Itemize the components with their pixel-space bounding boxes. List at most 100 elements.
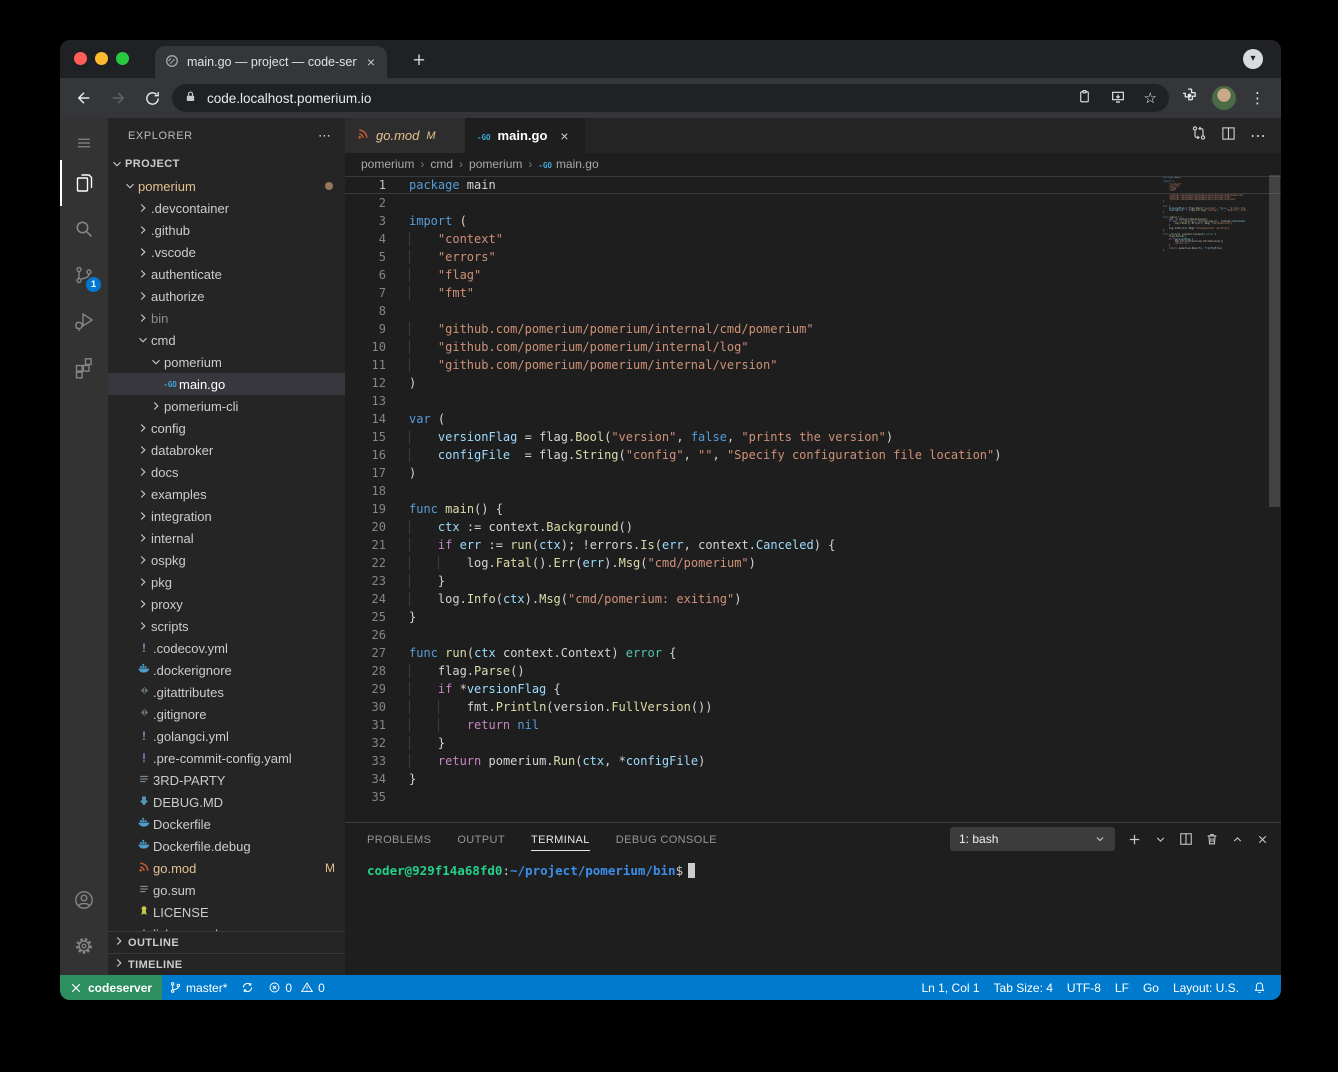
tree-item-debug-md[interactable]: DEBUG.MD — [108, 791, 345, 813]
tree-item--gitattributes[interactable]: .gitattributes — [108, 681, 345, 703]
tree-item-authorize[interactable]: authorize — [108, 285, 345, 307]
tree-item-dockerfile-debug[interactable]: Dockerfile.debug — [108, 835, 345, 857]
tree-item-bin[interactable]: bin — [108, 307, 345, 329]
code-editor[interactable]: 1package main23import (4 "context"5 "err… — [345, 175, 1281, 822]
account-icon[interactable] — [60, 877, 108, 923]
eol[interactable]: LF — [1108, 975, 1136, 1000]
tree-item--devcontainer[interactable]: .devcontainer — [108, 197, 345, 219]
tree-item-docs[interactable]: docs — [108, 461, 345, 483]
encoding[interactable]: UTF-8 — [1060, 975, 1108, 1000]
keyboard-layout[interactable]: Layout: U.S. — [1166, 975, 1246, 1000]
timeline-section[interactable]: TIMELINE — [108, 953, 345, 975]
split-editor-icon[interactable] — [1221, 126, 1236, 146]
browser-tab[interactable]: main.go — project — code-serv × — [155, 46, 387, 78]
tree-item--dockerignore[interactable]: .dockerignore — [108, 659, 345, 681]
tree-item-proxy[interactable]: proxy — [108, 593, 345, 615]
explorer-more-actions-icon[interactable]: ⋯ — [318, 128, 333, 144]
terminal-select[interactable]: 1: bash — [950, 827, 1115, 851]
explorer-icon[interactable] — [60, 160, 108, 206]
sync-button[interactable] — [234, 975, 261, 1000]
tree-item-authenticate[interactable]: authenticate — [108, 263, 345, 285]
tree-item-config[interactable]: config — [108, 417, 345, 439]
tree-item-cmd[interactable]: cmd — [108, 329, 345, 351]
panel-tab-output[interactable]: OUTPUT — [457, 828, 505, 850]
scm-icon[interactable]: 1 — [60, 252, 108, 298]
tree-item-internal[interactable]: internal — [108, 527, 345, 549]
close-window-button[interactable] — [74, 52, 87, 65]
branch-indicator[interactable]: master* — [162, 975, 234, 1000]
tree-item--github[interactable]: .github — [108, 219, 345, 241]
extensions-puzzle-icon[interactable] — [1181, 87, 1198, 109]
outline-section[interactable]: OUTLINE — [108, 931, 345, 953]
back-button[interactable] — [70, 84, 98, 112]
more-actions-icon[interactable]: ⋯ — [1250, 126, 1267, 146]
url-bar[interactable]: code.localhost.pomerium.io ☆ — [172, 84, 1169, 112]
search-icon[interactable] — [60, 206, 108, 252]
forward-button[interactable] — [104, 84, 132, 112]
tree-item-license[interactable]: LICENSE — [108, 901, 345, 923]
notifications-bell[interactable] — [1246, 975, 1273, 1000]
menu-icon[interactable] — [60, 126, 108, 160]
tree-item-go-mod[interactable]: go.modM — [108, 857, 345, 879]
editor-tab-gomod[interactable]: go.mod M — [345, 118, 465, 153]
breadcrumb[interactable]: pomerium › cmd › pomerium › -GOmain.go — [345, 153, 1281, 175]
profile-avatar[interactable] — [1212, 86, 1236, 110]
minimap[interactable]: package main import ( "context" "errors"… — [1163, 177, 1246, 254]
minimize-window-button[interactable] — [95, 52, 108, 65]
language-mode[interactable]: Go — [1136, 975, 1166, 1000]
tree-item-project[interactable]: PROJECT — [108, 153, 345, 175]
debug-icon[interactable] — [60, 298, 108, 344]
tree-item-scripts[interactable]: scripts — [108, 615, 345, 637]
remote-indicator[interactable]: codeserver — [60, 975, 162, 1000]
install-icon[interactable] — [1110, 89, 1126, 108]
tree-item-3rd-party[interactable]: 3RD-PARTY — [108, 769, 345, 791]
editor-tab-maingo[interactable]: -GO main.go × — [465, 118, 585, 153]
tab-close-icon[interactable]: × — [365, 54, 377, 70]
tab-size[interactable]: Tab Size: 4 — [987, 975, 1060, 1000]
panel-tab-debug-console[interactable]: DEBUG CONSOLE — [616, 828, 717, 850]
maximize-panel-icon[interactable] — [1231, 833, 1244, 846]
tree-item-pkg[interactable]: pkg — [108, 571, 345, 593]
tree-item-dockerfile[interactable]: Dockerfile — [108, 813, 345, 835]
panel-tab-terminal[interactable]: TERMINAL — [531, 828, 590, 851]
scrollbar-thumb[interactable] — [1269, 175, 1280, 507]
tree-item-examples[interactable]: examples — [108, 483, 345, 505]
zoom-window-button[interactable] — [116, 52, 129, 65]
trash-icon[interactable] — [1205, 832, 1219, 846]
tree-item-integration[interactable]: integration — [108, 505, 345, 527]
tree-item-go-sum[interactable]: go.sum — [108, 879, 345, 901]
tab-close-icon[interactable]: × — [560, 128, 568, 144]
terminal-dropdown-icon[interactable] — [1154, 833, 1167, 846]
tab-search-button[interactable]: ▾ — [1243, 49, 1263, 69]
reload-button[interactable] — [138, 84, 166, 112]
tree-item-pomerium-cli[interactable]: pomerium-cli — [108, 395, 345, 417]
close-panel-icon[interactable] — [1256, 833, 1269, 846]
tree-item-databroker[interactable]: databroker — [108, 439, 345, 461]
tree-item--pre-commit-config-yaml[interactable]: !.pre-commit-config.yaml — [108, 747, 345, 769]
url-text[interactable]: code.localhost.pomerium.io — [207, 91, 1067, 106]
cursor-position[interactable]: Ln 1, Col 1 — [915, 975, 987, 1000]
vs-extensions-icon[interactable] — [60, 344, 108, 390]
clipboard-icon[interactable] — [1077, 89, 1092, 107]
compare-icon[interactable] — [1191, 125, 1207, 146]
tree-item-pomerium[interactable]: pomerium — [108, 175, 345, 197]
tree-item-ospkg[interactable]: ospkg — [108, 549, 345, 571]
browser-menu-icon[interactable]: ⋮ — [1250, 89, 1265, 107]
tree-item--vscode[interactable]: .vscode — [108, 241, 345, 263]
tree-item--golangci-yml[interactable]: !.golangci.yml — [108, 725, 345, 747]
terminal[interactable]: coder@929f14a68fd0:~/project/pomerium/bi… — [345, 855, 1281, 975]
window-controls[interactable] — [74, 52, 129, 65]
tree-item-main-go[interactable]: -GOmain.go — [108, 373, 345, 395]
editor-scrollbar[interactable] — [1268, 175, 1281, 822]
panel-tab-problems[interactable]: PROBLEMS — [367, 828, 431, 850]
new-terminal-button[interactable] — [1127, 832, 1142, 847]
new-tab-button[interactable]: + — [405, 48, 433, 74]
tree-item-lichen-yaml[interactable]: !lichen.yaml — [108, 923, 345, 931]
tree-item--gitignore[interactable]: .gitignore — [108, 703, 345, 725]
problems-indicator[interactable]: 0 0 — [261, 975, 331, 1000]
tree-item-pomerium[interactable]: pomerium — [108, 351, 345, 373]
star-icon[interactable]: ☆ — [1144, 89, 1157, 107]
tree-item--codecov-yml[interactable]: !.codecov.yml — [108, 637, 345, 659]
split-terminal-icon[interactable] — [1179, 832, 1193, 846]
settings-gear-icon[interactable] — [60, 923, 108, 969]
